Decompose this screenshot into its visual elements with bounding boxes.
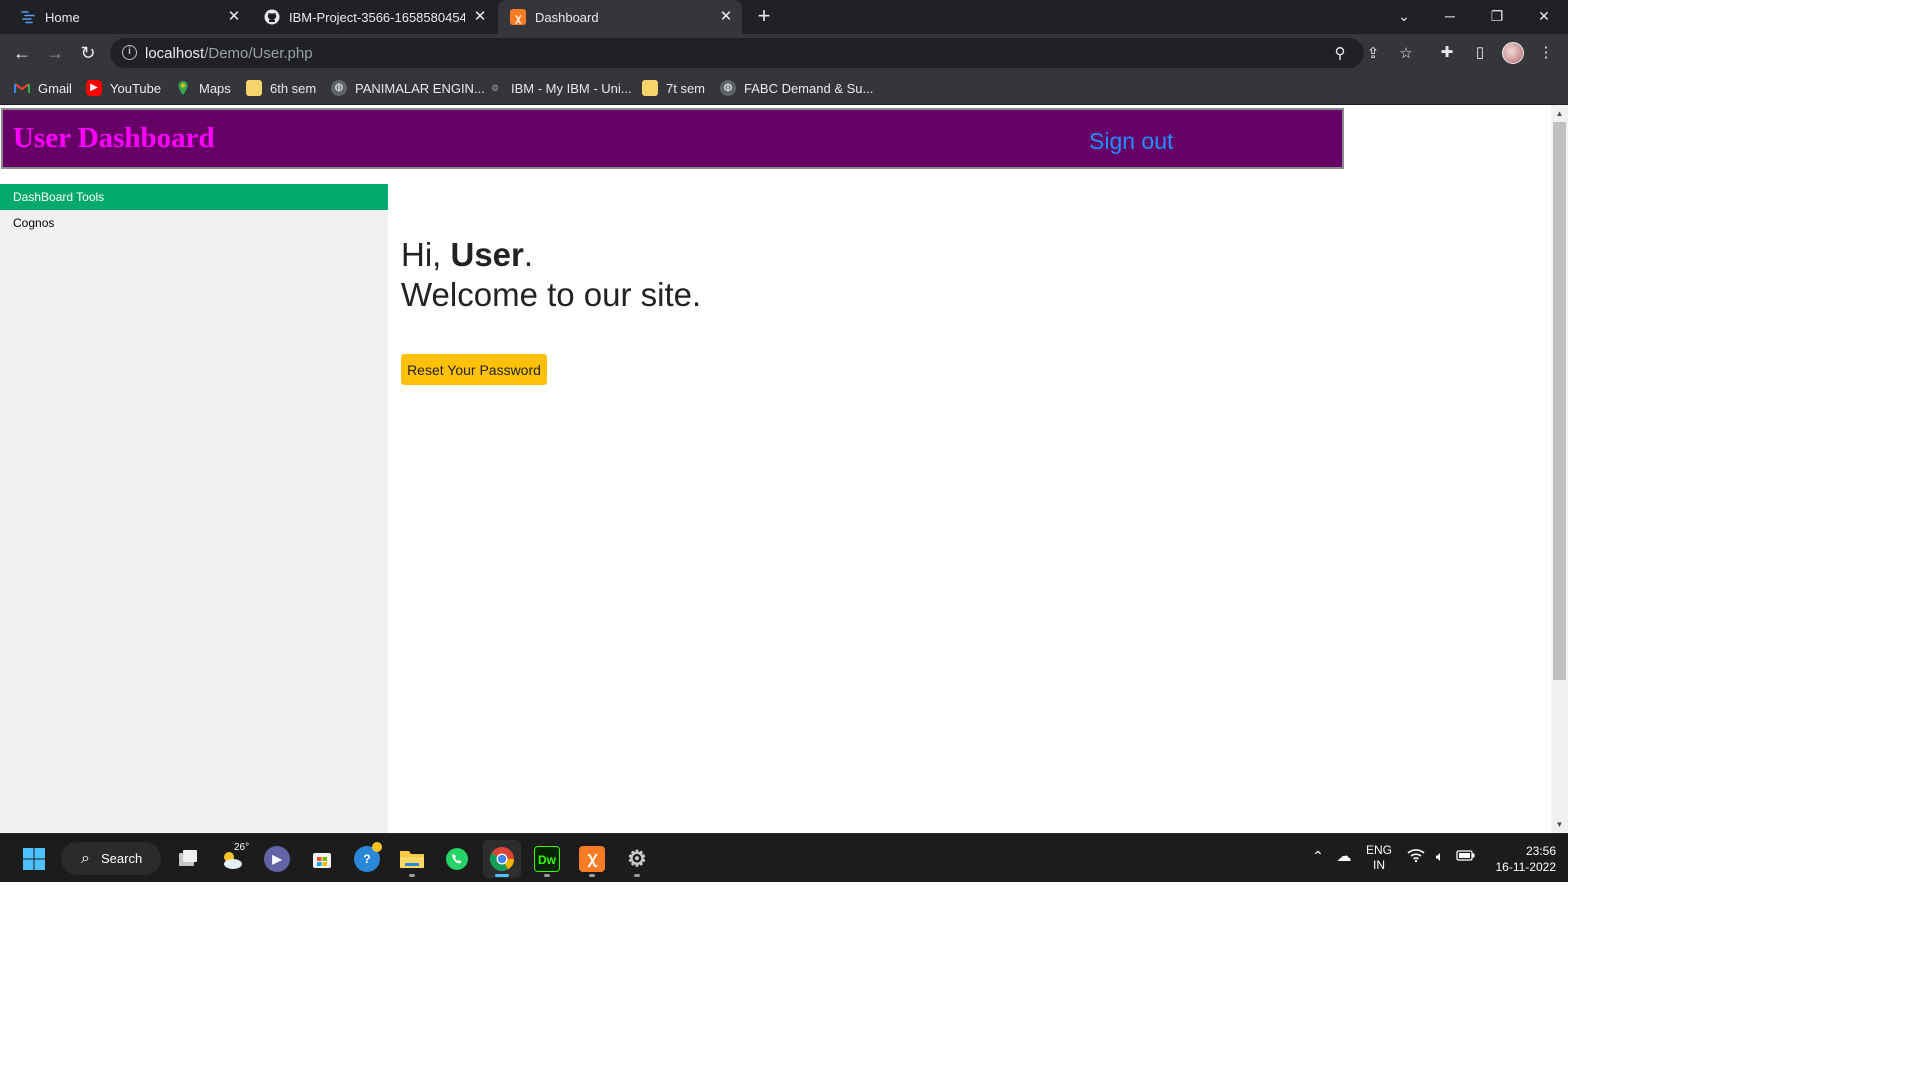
teams-chat-icon[interactable]: ▶ (258, 840, 296, 878)
username: User (450, 236, 524, 273)
share-icon[interactable]: ⇪ (1364, 45, 1382, 63)
weather-temp: 26° (234, 842, 250, 853)
volume-icon[interactable]: 🔈︎ (1430, 848, 1450, 865)
close-window-button[interactable]: ✕ (1531, 4, 1557, 28)
file-explorer-icon[interactable] (393, 840, 431, 878)
extensions-icon[interactable]: ✚ (1437, 43, 1457, 63)
browser-tab-strip: Home ✕ IBM-Project-3566-1658580454/P ✕ ꭓ… (0, 0, 1568, 34)
folder-icon (246, 80, 262, 96)
page-viewport: User Dashboard Sign out DashBoard Tools … (0, 105, 1551, 833)
tab-home[interactable]: Home ✕ (0, 0, 250, 34)
back-button[interactable]: ← (10, 41, 34, 65)
tab-title: IBM-Project-3566-1658580454/P (289, 9, 465, 25)
maps-icon (175, 80, 191, 96)
tab-title: Dashboard (535, 9, 599, 25)
scroll-down-arrow-icon[interactable]: ▼ (1551, 816, 1568, 833)
greeting-text: Hi, User. (401, 236, 534, 273)
task-view-icon[interactable] (169, 840, 207, 878)
whatsapp-icon[interactable] (438, 840, 476, 878)
browser-toolbar: ← → ↻ i localhost/Demo/User.php ⚲ ⇪ ☆ ✚ … (0, 34, 1568, 72)
vertical-scrollbar[interactable]: ▲ ▼ (1551, 105, 1568, 833)
zoom-icon[interactable]: ⚲ (1331, 45, 1349, 63)
github-icon (264, 9, 280, 25)
ibm-icon: ⚙ (490, 83, 500, 93)
bookmark-folder-7t-sem[interactable]: 7t sem (642, 78, 705, 98)
reload-button[interactable]: ↻ (76, 41, 100, 65)
sign-out-link[interactable]: Sign out (1089, 128, 1173, 155)
taskbar-search[interactable]: ⌕ Search (61, 842, 161, 875)
bookmark-youtube[interactable]: ▶ YouTube (86, 78, 161, 98)
wifi-icon[interactable] (1406, 848, 1426, 865)
windows-start-icon[interactable] (15, 840, 53, 878)
globe-icon: ◍ (720, 80, 736, 96)
minimize-button[interactable]: ─ (1437, 4, 1463, 28)
bookmark-fabc[interactable]: ◍ FABC Demand & Su... (720, 78, 873, 98)
url-text[interactable]: localhost/Demo/User.php (145, 45, 313, 62)
onedrive-cloud-icon[interactable]: ☁ (1334, 847, 1354, 865)
bookmark-panimalar[interactable]: ◍ PANIMALAR ENGIN... (331, 78, 485, 98)
xampp-favicon: ꭓ (510, 9, 526, 25)
new-tab-button[interactable]: + (753, 5, 775, 28)
page-header: User Dashboard Sign out (1, 108, 1344, 169)
close-icon[interactable]: ✕ (226, 9, 242, 25)
bookmark-gmail[interactable]: Gmail (13, 78, 72, 98)
search-icon: ⌕ (81, 850, 90, 867)
address-bar[interactable]: i localhost/Demo/User.php ⚲ ⇪ ☆ (110, 38, 1413, 68)
notification-badge (372, 842, 382, 852)
tab-search-chevron-icon[interactable]: ⌄ (1391, 4, 1417, 28)
chrome-icon[interactable] (483, 840, 521, 878)
scroll-up-arrow-icon[interactable]: ▲ (1551, 105, 1568, 122)
sidebar: DashBoard Tools Cognos (0, 184, 388, 833)
bookmark-ibm[interactable]: ⚙ IBM - My IBM - Uni... (487, 78, 632, 98)
reset-password-button[interactable]: Reset Your Password (401, 354, 547, 385)
main-content: Hi, User. Welcome to our site. Reset You… (401, 235, 702, 385)
menu-kebab-icon[interactable]: ⋮ (1536, 43, 1556, 63)
scroll-thumb[interactable] (1553, 122, 1566, 680)
chevron-up-icon[interactable]: ⌃ (1310, 848, 1326, 865)
weather-icon[interactable]: 26° (214, 840, 252, 878)
restore-button[interactable]: ❐ (1484, 4, 1510, 28)
close-icon[interactable]: ✕ (472, 9, 488, 25)
microsoft-store-icon[interactable] (303, 840, 341, 878)
sidebar-item-cognos[interactable]: Cognos (0, 210, 388, 236)
settings-icon[interactable]: ⚙ (618, 840, 656, 878)
tab-github[interactable]: IBM-Project-3566-1658580454/P ✕ (250, 0, 496, 34)
page-title: User Dashboard (13, 122, 215, 154)
help-icon[interactable]: ? (348, 840, 386, 878)
bookmarks-bar: Gmail ▶ YouTube Maps 6th sem ◍ PANIMALAR E… (0, 72, 1568, 105)
home-favicon (20, 9, 36, 25)
gmail-icon (13, 80, 31, 96)
youtube-icon: ▶ (86, 80, 102, 96)
bookmark-folder-6th-sem[interactable]: 6th sem (246, 78, 316, 98)
welcome-text: Welcome to our site. (401, 276, 702, 313)
language-indicator[interactable]: ENG IN (1362, 843, 1396, 873)
globe-icon: ◍ (331, 80, 347, 96)
close-icon[interactable]: ✕ (718, 9, 734, 25)
windows-taskbar: ⌕ Search 26° ▶ ? Dw ꭓ ⚙ ⌃ ☁ ENG IN 🔈︎ 23… (0, 833, 1568, 882)
bookmark-star-icon[interactable]: ☆ (1397, 45, 1415, 63)
profile-avatar[interactable] (1502, 42, 1524, 64)
battery-icon[interactable] (1455, 848, 1477, 865)
bookmark-maps[interactable]: Maps (175, 78, 231, 98)
xampp-icon[interactable]: ꭓ (573, 840, 611, 878)
info-icon[interactable]: i (122, 45, 137, 60)
forward-button[interactable]: → (43, 41, 67, 65)
clock[interactable]: 23:56 16-11-2022 (1484, 843, 1557, 875)
side-panel-icon[interactable]: ▯ (1470, 43, 1490, 63)
sidebar-item-dashboard-tools[interactable]: DashBoard Tools (0, 184, 388, 210)
tab-dashboard[interactable]: ꭓ Dashboard ✕ (498, 0, 742, 34)
dreamweaver-icon[interactable]: Dw (528, 840, 566, 878)
tab-title: Home (45, 9, 80, 25)
folder-icon (642, 80, 658, 96)
